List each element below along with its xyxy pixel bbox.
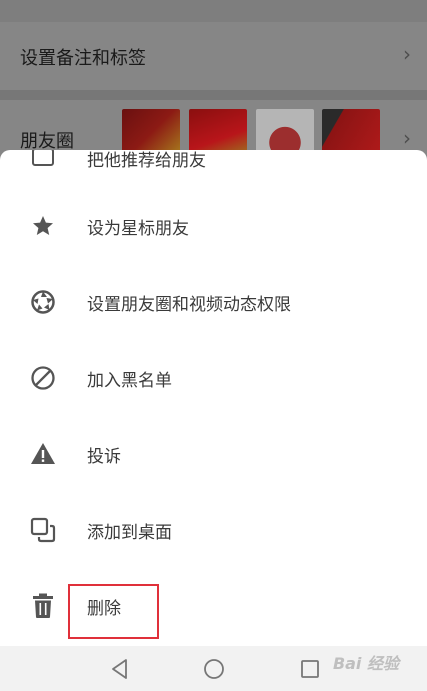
back-icon[interactable] [109, 658, 131, 680]
set-remark-and-tags-row[interactable]: 设置备注和标签 › [0, 22, 427, 91]
chevron-right-icon: › [403, 126, 411, 150]
delete-highlight-box [68, 584, 159, 639]
menu-item-delete[interactable]: 删除 [0, 568, 427, 644]
menu-item-label: 设置朋友圈和视频动态权限 [87, 295, 291, 315]
star-icon [30, 213, 56, 239]
menu-item-add-to-desktop[interactable]: 添加到桌面 [0, 492, 427, 568]
menu-item-label: 添加到桌面 [87, 523, 172, 543]
action-bottom-sheet: 把他推荐给朋友 设为星标朋友 设置朋友圈和视频动态权限 加入黑名单 投诉 添加到… [0, 150, 427, 646]
share-card-icon [30, 150, 56, 171]
system-navigation-bar: Bai 经验 [0, 646, 427, 691]
add-to-desktop-icon [30, 517, 56, 543]
menu-item-moments-permissions[interactable]: 设置朋友圈和视频动态权限 [0, 264, 427, 340]
menu-item-star-friend[interactable]: 设为星标朋友 [0, 188, 427, 264]
block-icon [30, 365, 56, 391]
menu-item-add-to-blacklist[interactable]: 加入黑名单 [0, 340, 427, 416]
watermark: Bai 经验 [332, 654, 399, 673]
recent-apps-icon[interactable] [299, 658, 321, 680]
chevron-right-icon: › [403, 42, 411, 66]
menu-item-complain[interactable]: 投诉 [0, 416, 427, 492]
menu-item-label: 投诉 [87, 447, 121, 467]
home-icon[interactable] [203, 658, 225, 680]
trash-icon [30, 593, 56, 619]
set-remark-label: 设置备注和标签 [20, 48, 146, 69]
menu-item-label: 设为星标朋友 [87, 219, 189, 239]
aperture-icon [30, 289, 56, 315]
status-bar-area [0, 0, 427, 22]
menu-item-label: 加入黑名单 [87, 371, 172, 391]
warning-icon [30, 441, 56, 467]
recommend-to-friend-label: 把他推荐给朋友 [87, 151, 206, 171]
section-divider [0, 90, 427, 100]
